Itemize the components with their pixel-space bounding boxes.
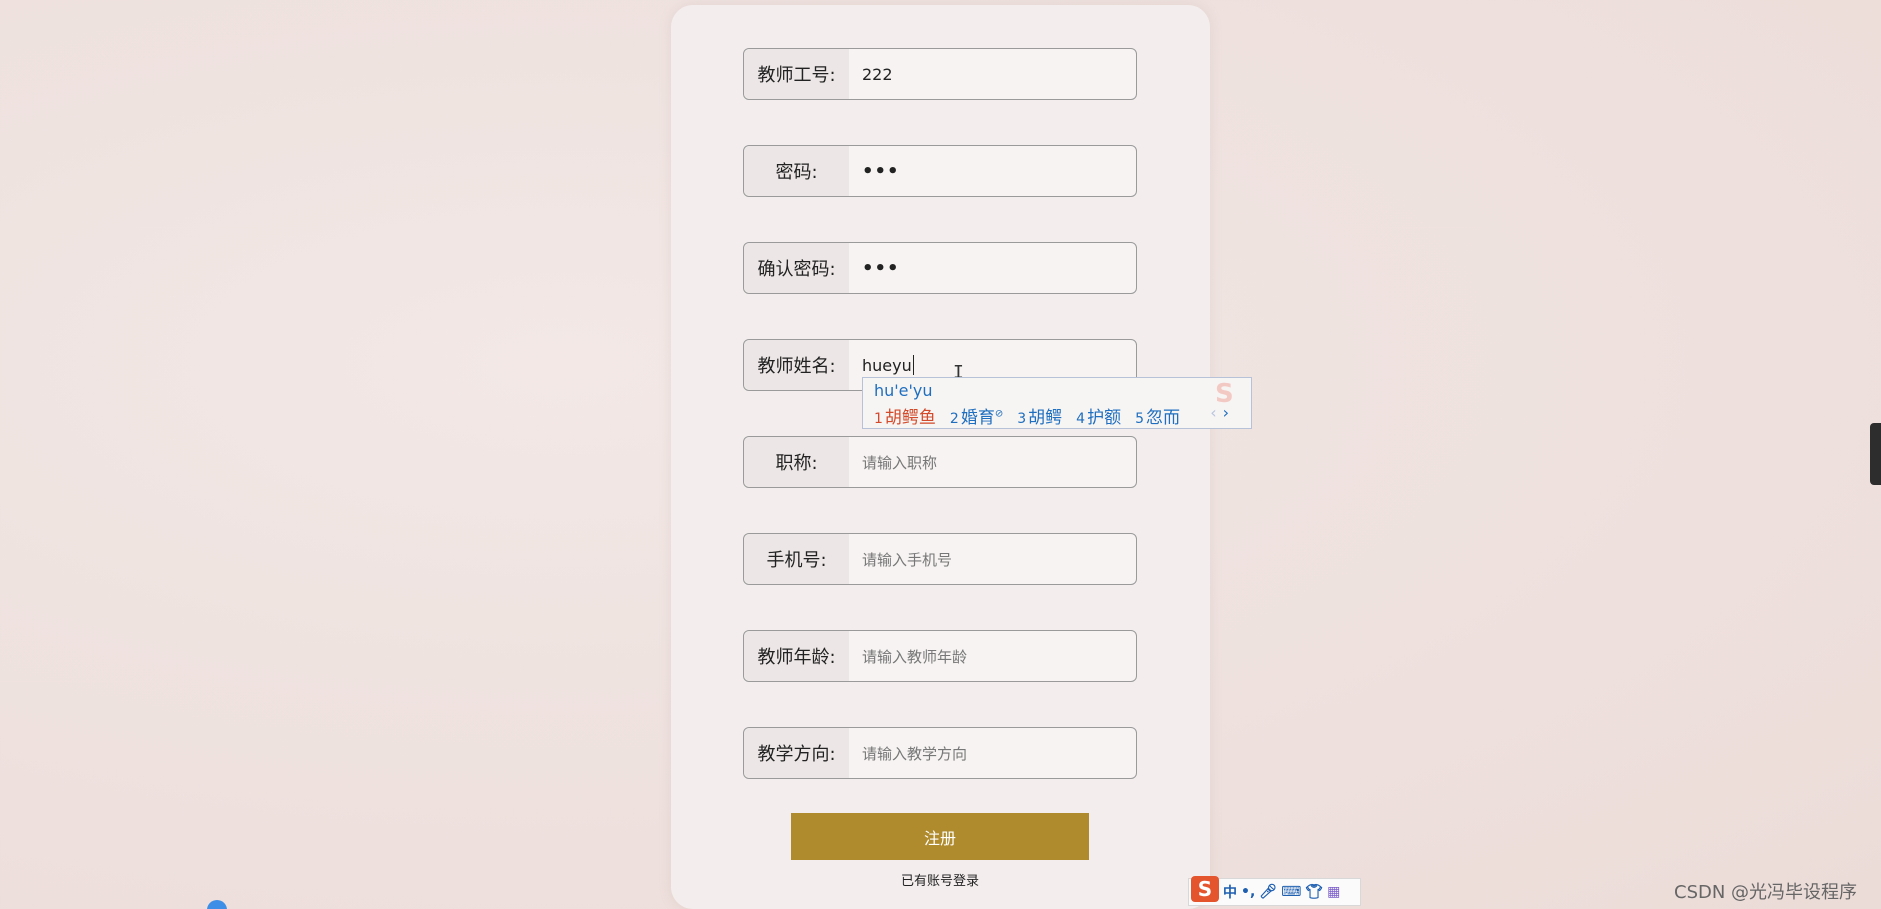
ime-candidate-list: 1 胡鳄鱼 2 婚育⊘ 3 胡鳄 4 护额 5 忽而: [874, 403, 1180, 428]
teacher-name-value: hueyu: [862, 355, 912, 375]
password-label: 密码:: [744, 146, 849, 196]
teaching-direction-field[interactable]: 教学方向: 请输入教学方向: [743, 727, 1137, 779]
title-field[interactable]: 职称: 请输入职称: [743, 436, 1137, 488]
phone-field[interactable]: 手机号: 请输入手机号: [743, 533, 1137, 585]
skin-icon[interactable]: 👕︎: [1305, 884, 1323, 900]
teacher-name-label: 教师姓名:: [744, 340, 849, 390]
confirm-password-label: 确认密码:: [744, 243, 849, 293]
ime-punct-toggle[interactable]: •,: [1241, 884, 1255, 900]
title-label: 职称:: [744, 437, 849, 487]
teacher-age-label: 教师年龄:: [744, 631, 849, 681]
ime-candidate[interactable]: 2 婚育⊘: [950, 403, 1003, 428]
watermark: CSDN @光冯毕设程序: [1674, 882, 1858, 903]
teacher-id-field[interactable]: 教师工号: 222: [743, 48, 1137, 100]
register-button[interactable]: 注册: [791, 813, 1089, 860]
ime-candidate[interactable]: 4 护额: [1076, 403, 1121, 428]
phone-input[interactable]: 请输入手机号: [862, 534, 1128, 584]
ime-mode-toggle[interactable]: 中: [1223, 882, 1237, 902]
title-input[interactable]: 请输入职称: [862, 437, 1128, 487]
text-caret: [912, 355, 914, 375]
ime-candidate[interactable]: 5 忽而: [1135, 403, 1180, 428]
confirm-password-field[interactable]: 确认密码: •••: [743, 242, 1137, 294]
password-field[interactable]: 密码: •••: [743, 145, 1137, 197]
teaching-direction-input[interactable]: 请输入教学方向: [862, 728, 1128, 778]
teacher-age-field[interactable]: 教师年龄: 请输入教师年龄: [743, 630, 1137, 682]
phone-label: 手机号:: [744, 534, 849, 584]
ime-brand-icon: S: [1215, 379, 1234, 409]
ime-toolbar: S 中 •, 🎤︎ ⌨ 👕︎ ▦: [1188, 876, 1361, 906]
ime-candidate[interactable]: 1 胡鳄鱼: [874, 403, 936, 428]
teacher-age-input[interactable]: 请输入教师年龄: [862, 631, 1128, 681]
scrollbar-thumb[interactable]: [1870, 423, 1881, 485]
teacher-id-input[interactable]: 222: [862, 49, 1128, 99]
ime-logo-icon[interactable]: S: [1191, 876, 1219, 902]
floating-ball-icon[interactable]: [207, 900, 227, 909]
teaching-direction-label: 教学方向:: [744, 728, 849, 778]
ime-candidate[interactable]: 3 胡鳄: [1017, 403, 1062, 428]
keyboard-icon[interactable]: ⌨: [1281, 884, 1301, 900]
toolbox-icon[interactable]: ▦: [1327, 884, 1340, 900]
ime-candidate-popup[interactable]: hu'e'yu 1 胡鳄鱼 2 婚育⊘ 3 胡鳄 4 护额 5 忽而 ‹ › S: [862, 377, 1252, 429]
confirm-password-input[interactable]: •••: [862, 243, 1128, 293]
password-input[interactable]: •••: [862, 146, 1128, 196]
ime-pinyin: hu'e'yu: [874, 381, 933, 400]
teacher-id-label: 教师工号:: [744, 49, 849, 99]
mic-icon[interactable]: 🎤︎: [1259, 884, 1277, 900]
login-link[interactable]: 已有账号登录: [890, 870, 990, 889]
